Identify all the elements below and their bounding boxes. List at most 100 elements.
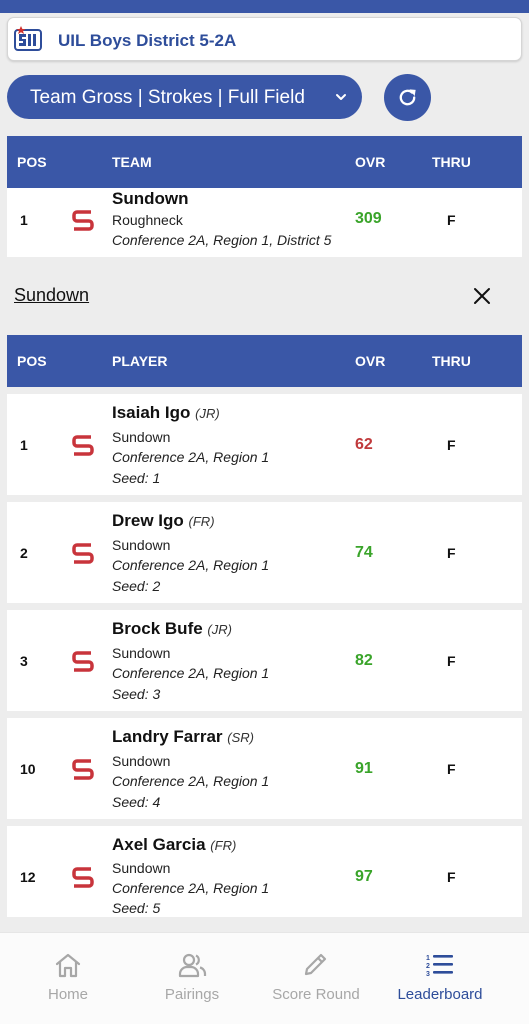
pencil-icon xyxy=(304,953,327,976)
school-logo xyxy=(68,540,98,566)
player-seed: Seed: 4 xyxy=(112,794,161,810)
team-thru: F xyxy=(447,212,456,228)
school-logo xyxy=(68,648,98,674)
player-conference: Conference 2A, Region 1 xyxy=(112,449,270,465)
nav-pairings[interactable]: Pairings xyxy=(126,933,258,1024)
player-thru: F xyxy=(447,761,456,777)
player-conference: Conference 2A, Region 1 xyxy=(112,880,270,896)
header-pos: POS xyxy=(17,353,47,369)
player-seed: Seed: 2 xyxy=(112,578,161,594)
player-thru: F xyxy=(447,437,456,453)
uil-logo xyxy=(14,26,42,51)
nav-score-round-label: Score Round xyxy=(272,986,360,1003)
player-name: Axel Garcia xyxy=(112,835,206,854)
top-status-bar xyxy=(0,0,529,13)
player-pos: 12 xyxy=(20,869,36,885)
player-seed: Seed: 5 xyxy=(112,900,161,916)
player-row[interactable]: 2 Drew Igo (FR) Sundown Conference 2A, R… xyxy=(7,502,522,603)
nav-home-label: Home xyxy=(47,986,88,1003)
player-conference: Conference 2A, Region 1 xyxy=(112,557,270,573)
player-thru: F xyxy=(447,869,456,885)
refresh-icon xyxy=(399,89,416,106)
player-row[interactable]: 10 Landry Farrar (SR) Sundown Conference… xyxy=(7,718,522,819)
close-icon[interactable] xyxy=(473,287,491,305)
svg-text:1: 1 xyxy=(426,955,430,962)
header-ovr: OVR xyxy=(355,154,386,170)
school-logo xyxy=(68,207,98,233)
player-class: (FR) xyxy=(210,838,237,853)
player-ovr: 91 xyxy=(355,760,373,777)
team-row[interactable]: 1 Sundown Roughneck Conference 2A, Regio… xyxy=(7,188,522,257)
player-thru: F xyxy=(447,545,456,561)
player-name-line: Isaiah Igo (JR) xyxy=(112,403,220,423)
player-class: (JR) xyxy=(195,406,220,421)
team-conference: Conference 2A, Region 1, District 5 xyxy=(112,232,332,248)
player-name-line: Brock Bufe (JR) xyxy=(112,619,232,639)
team-mascot: Roughneck xyxy=(112,212,183,228)
player-ovr: 82 xyxy=(355,652,373,669)
home-icon xyxy=(55,953,81,978)
player-thru: F xyxy=(447,653,456,669)
title-card: UIL Boys District 5-2A xyxy=(7,17,522,61)
player-row[interactable]: 1 Isaiah Igo (JR) Sundown Conference 2A,… xyxy=(7,394,522,495)
player-class: (FR) xyxy=(188,514,215,529)
team-name: Sundown xyxy=(112,189,189,208)
header-thru: THRU xyxy=(432,353,471,369)
player-ovr: 97 xyxy=(355,868,373,885)
school-logo xyxy=(68,432,98,458)
player-school: Sundown xyxy=(112,537,171,553)
school-logo xyxy=(68,756,98,782)
player-conference: Conference 2A, Region 1 xyxy=(112,773,270,789)
player-row[interactable]: 3 Brock Bufe (JR) Sundown Conference 2A,… xyxy=(7,610,522,711)
player-conference: Conference 2A, Region 1 xyxy=(112,665,270,681)
player-table-header: POS PLAYER OVR THRU xyxy=(7,335,522,387)
app-title: UIL Boys District 5-2A xyxy=(58,31,237,50)
player-school: Sundown xyxy=(112,429,171,445)
player-school: Sundown xyxy=(112,753,171,769)
svg-text:3: 3 xyxy=(426,971,430,978)
header-ovr: OVR xyxy=(355,353,386,369)
player-class: (JR) xyxy=(207,622,232,637)
people-icon xyxy=(178,953,207,978)
team-ovr: 309 xyxy=(355,210,382,227)
leaderboard-list-icon: 1 2 3 xyxy=(426,955,453,978)
player-name: Isaiah Igo xyxy=(112,403,191,422)
player-class: (SR) xyxy=(227,730,254,745)
header-team: TEAM xyxy=(112,154,152,170)
nav-pairings-label: Pairings xyxy=(164,986,220,1003)
player-pos: 10 xyxy=(20,761,36,777)
nav-home[interactable]: Home xyxy=(2,933,134,1024)
player-ovr: 62 xyxy=(355,436,373,453)
chevron-down-icon xyxy=(336,94,346,100)
team-pos: 1 xyxy=(20,212,28,228)
team-table-header: POS TEAM OVR THRU xyxy=(7,136,522,188)
player-pos: 3 xyxy=(20,653,28,669)
player-name-line: Axel Garcia (FR) xyxy=(112,835,236,855)
player-name-line: Drew Igo (FR) xyxy=(112,511,215,531)
player-school: Sundown xyxy=(112,860,171,876)
bottom-nav: Home Pairings Score Round 1 2 3 Leaderbo… xyxy=(0,932,529,1024)
selected-team-link[interactable]: Sundown xyxy=(14,285,89,306)
player-seed: Seed: 3 xyxy=(112,686,161,702)
header-pos: POS xyxy=(17,154,47,170)
player-row[interactable]: 12 Axel Garcia (FR) Sundown Conference 2… xyxy=(7,826,522,917)
player-pos: 1 xyxy=(20,437,28,453)
school-logo xyxy=(68,864,98,890)
nav-leaderboard[interactable]: 1 2 3 Leaderboard xyxy=(374,933,506,1024)
player-name: Landry Farrar xyxy=(112,727,223,746)
header-player: PLAYER xyxy=(112,353,168,369)
player-name: Drew Igo xyxy=(112,511,184,530)
svg-text:2: 2 xyxy=(426,963,430,970)
nav-score-round[interactable]: Score Round xyxy=(250,933,382,1024)
view-select-label: Team Gross | Strokes | Full Field xyxy=(30,87,305,108)
player-name-line: Landry Farrar (SR) xyxy=(112,727,254,747)
player-name: Brock Bufe xyxy=(112,619,203,638)
player-ovr: 74 xyxy=(355,544,373,561)
view-select-dropdown[interactable]: Team Gross | Strokes | Full Field xyxy=(7,75,362,119)
header-thru: THRU xyxy=(432,154,471,170)
player-seed: Seed: 1 xyxy=(112,470,161,486)
player-school: Sundown xyxy=(112,645,171,661)
nav-leaderboard-label: Leaderboard xyxy=(397,986,483,1003)
refresh-button[interactable] xyxy=(384,74,431,121)
player-pos: 2 xyxy=(20,545,28,561)
